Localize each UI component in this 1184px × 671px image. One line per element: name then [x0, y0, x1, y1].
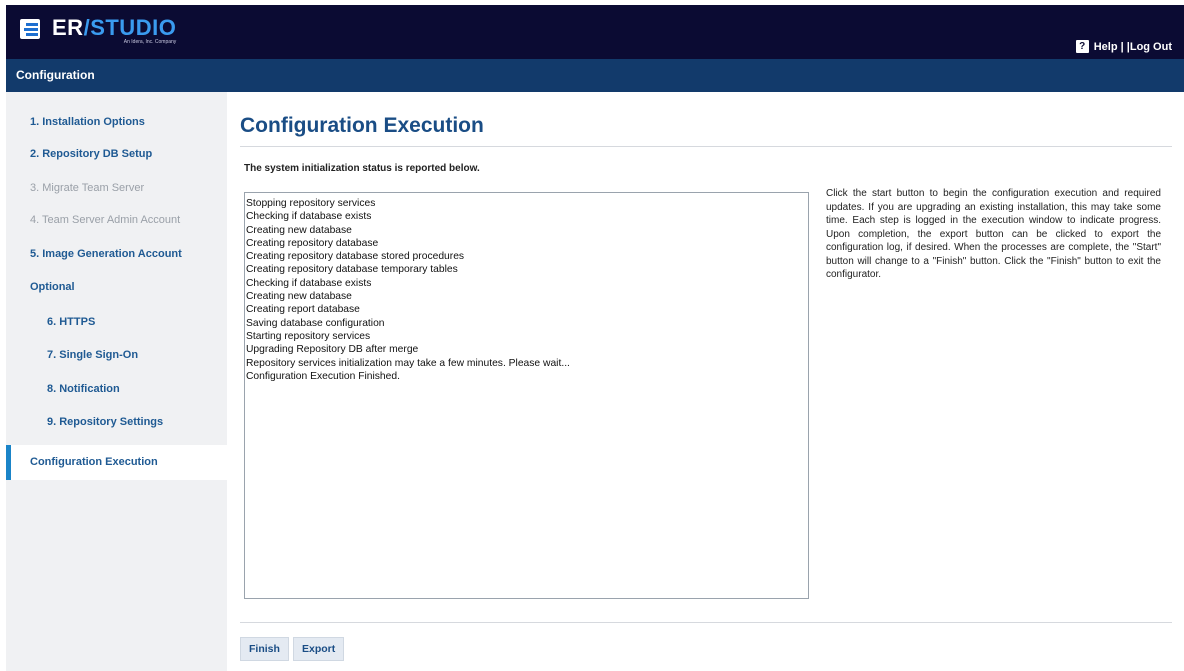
log-line: Starting repository services — [246, 330, 371, 342]
log-line: Checking if database exists — [246, 211, 372, 223]
execution-log-box[interactable]: Stopping repository services Checking if … — [244, 192, 809, 599]
bottom-divider — [240, 622, 1172, 623]
logo-er-text: ER — [52, 15, 84, 40]
log-line: Creating report database — [246, 304, 360, 316]
log-line: Creating repository database temporary t… — [246, 264, 458, 276]
sidebar-item-team-server-admin-account: 4. Team Server Admin Account — [30, 214, 181, 226]
log-line: Configuration Execution Finished. — [246, 370, 400, 382]
logo-mark-icon — [20, 17, 48, 43]
sidebar-item-optional[interactable]: Optional — [6, 272, 227, 302]
link-separator: | | — [1120, 40, 1130, 53]
log-line: Creating new database — [246, 224, 352, 236]
sidebar-item-image-generation-account[interactable]: 5. Image Generation Account — [6, 239, 227, 269]
logo-subtitle: An Idera, Inc. Company — [123, 39, 177, 45]
log-line: Creating repository database stored proc… — [246, 251, 465, 263]
log-line: Creating new database — [246, 291, 352, 303]
status-note: The system initialization status is repo… — [244, 163, 480, 174]
help-icon[interactable]: ? — [1075, 40, 1089, 53]
log-line: Checking if database exists — [246, 277, 372, 289]
title-divider — [240, 146, 1172, 147]
sidebar-item-repository-settings[interactable]: 9. Repository Settings — [6, 407, 227, 437]
log-line: Upgrading Repository DB after merge — [246, 344, 419, 356]
main-content: Configuration Execution The system initi… — [227, 92, 1184, 671]
help-link[interactable]: Help — [1094, 41, 1118, 53]
sidebar-item-https[interactable]: 6. HTTPS — [6, 307, 227, 337]
finish-button[interactable]: Finish — [240, 637, 289, 661]
sidebar-item-single-sign-on[interactable]: 7. Single Sign-On — [6, 340, 227, 370]
export-button[interactable]: Export — [293, 637, 345, 661]
configuration-bar-title: Configuration — [16, 68, 95, 82]
sidebar-item-notification[interactable]: 8. Notification — [6, 374, 227, 404]
log-line: Saving database configuration — [246, 317, 385, 329]
sidebar-item-installation-options[interactable]: 1. Installation Options — [6, 107, 227, 137]
sidebar-item-repository-db-setup[interactable]: 2. Repository DB Setup — [6, 139, 227, 169]
er-studio-logo: ER/STUDIO An Idera, Inc. Company — [20, 17, 176, 51]
log-line: Repository services initialization may t… — [246, 357, 570, 369]
page-title: Configuration Execution — [240, 114, 484, 137]
configuration-bar: Configuration — [6, 59, 1184, 92]
logout-link[interactable]: Log Out — [1130, 41, 1172, 53]
logo-studio-text: STUDIO — [90, 15, 177, 40]
log-line: Creating repository database — [246, 237, 379, 249]
help-text: Click the start button to begin the conf… — [826, 188, 1161, 280]
log-line: Stopping repository services — [246, 198, 376, 209]
sidebar-item-configuration-execution[interactable]: Configuration Execution — [6, 445, 227, 480]
sidebar-item-migrate-team-server: 3. Migrate Team Server — [30, 182, 145, 194]
top-header: ER/STUDIO An Idera, Inc. Company ? Help … — [6, 5, 1184, 59]
help-logout-area: ? Help | |Log Out — [1075, 40, 1172, 53]
sidebar-nav: 1. Installation Options 2. Repository DB… — [6, 92, 227, 671]
